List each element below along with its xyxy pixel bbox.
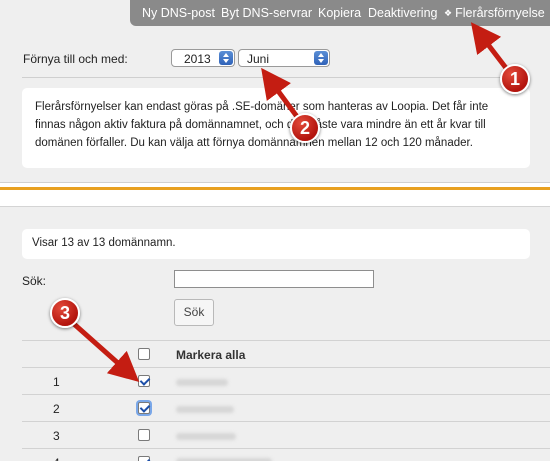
select-stepper-icon <box>314 51 328 65</box>
renewal-settings-panel: Ny DNS-post Byt DNS-servrar Kopiera Deak… <box>0 0 550 183</box>
table-divider <box>22 448 550 449</box>
row-checkbox[interactable] <box>138 375 150 387</box>
row-checkbox[interactable] <box>138 429 150 441</box>
row-checkbox[interactable] <box>138 402 150 414</box>
renew-until-label: Förnya till och med: <box>23 52 128 66</box>
domain-count-text: Visar 13 av 13 domännamn. <box>22 229 530 259</box>
active-marker-icon: ❖ <box>444 8 453 18</box>
domain-name-redacted <box>176 433 236 440</box>
table-divider <box>22 421 550 422</box>
search-button[interactable]: Sök <box>174 299 214 326</box>
row-number: 1 <box>53 375 60 389</box>
tab-multi-year-renewal-label: Flerårsförnyelse <box>455 6 545 20</box>
tab-deactivation[interactable]: Deaktivering <box>368 6 437 20</box>
select-stepper-icon <box>219 51 233 65</box>
row-checkbox[interactable] <box>138 456 150 461</box>
tab-new-dns-record[interactable]: Ny DNS-post <box>142 6 215 20</box>
search-input[interactable] <box>174 270 374 288</box>
section-separator <box>0 187 550 190</box>
renewal-info-text: Flerårsförnyelser kan endast göras på .S… <box>22 88 530 168</box>
action-tab-bar: Ny DNS-post Byt DNS-servrar Kopiera Deak… <box>130 0 550 26</box>
callout-badge-1: 1 <box>500 64 530 94</box>
callout-badge-2: 2 <box>290 113 320 143</box>
tab-copy[interactable]: Kopiera <box>318 6 361 20</box>
table-divider <box>22 367 550 368</box>
month-select[interactable]: Juni <box>238 49 330 67</box>
search-label: Sök: <box>22 274 47 288</box>
domain-list-panel: Visar 13 av 13 domännamn. Sök: Sök Marke… <box>0 206 550 461</box>
year-select-value: 2013 <box>184 52 211 66</box>
row-number: 3 <box>53 429 60 443</box>
callout-badge-3: 3 <box>50 298 80 328</box>
month-select-value: Juni <box>247 52 270 66</box>
row-number: 2 <box>53 402 60 416</box>
domain-name-redacted <box>176 406 234 413</box>
row-number: 4 <box>53 456 60 461</box>
tab-multi-year-renewal[interactable]: ❖ Flerårsförnyelse <box>444 6 545 20</box>
mark-all-label: Markera alla <box>176 348 246 362</box>
domain-name-redacted <box>176 379 228 386</box>
table-divider <box>22 394 550 395</box>
select-all-checkbox[interactable] <box>138 348 150 360</box>
year-select[interactable]: 2013 <box>171 49 235 67</box>
table-divider <box>22 340 550 341</box>
divider <box>22 77 530 78</box>
tab-change-dns-servers[interactable]: Byt DNS-servrar <box>221 6 312 20</box>
